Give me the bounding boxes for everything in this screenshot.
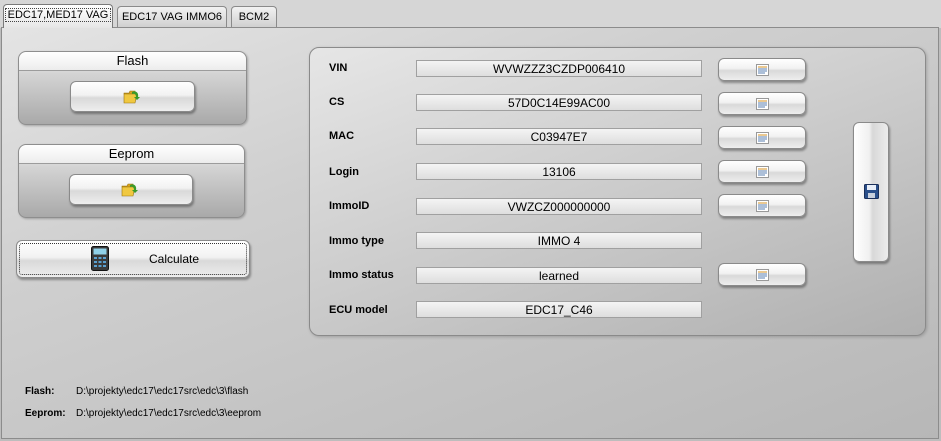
vin-label: VIN (329, 62, 348, 74)
calculate-button[interactable]: Calculate (16, 240, 250, 278)
tab-edc17-vag-immo6[interactable]: EDC17 VAG IMMO6 (117, 6, 227, 27)
ecu-data-panel (309, 47, 926, 336)
copy-login-button[interactable] (718, 160, 806, 183)
tab-label: BCM2 (238, 11, 270, 23)
copy-text-icon (756, 98, 769, 110)
copy-mac-button[interactable] (718, 126, 806, 149)
flash-open-button[interactable] (70, 81, 195, 112)
eeprom-group-title: Eeprom (19, 145, 244, 164)
tab-bar: EDC17,MED17 VAG EDC17 VAG IMMO6 BCM2 (0, 0, 941, 28)
eeprom-open-button[interactable] (69, 174, 193, 205)
immo-status-field[interactable]: learned (416, 267, 702, 284)
calculator-icon (91, 246, 109, 271)
copy-text-icon (756, 269, 769, 281)
immo-type-label: Immo type (329, 235, 385, 247)
ecu-model-label: ECU model (329, 304, 388, 316)
copy-cs-button[interactable] (718, 92, 806, 115)
tab-edc17-med17-vag[interactable]: EDC17,MED17 VAG (3, 4, 113, 28)
flash-path-value: D:\projekty\edc17\edc17src\edc\3\flash (76, 386, 249, 397)
cs-label: CS (329, 96, 345, 108)
mac-field[interactable]: C03947E7 (416, 128, 702, 145)
copy-immo-status-button[interactable] (718, 263, 806, 286)
folder-open-icon (121, 183, 138, 197)
cs-field[interactable]: 57D0C14E99AC00 (416, 94, 702, 111)
immo-type-field[interactable]: IMMO 4 (416, 232, 702, 249)
floppy-disk-icon (864, 184, 879, 199)
eeprom-path-label: Eeprom: (25, 408, 66, 419)
save-button[interactable] (853, 122, 889, 262)
copy-text-icon (756, 132, 769, 144)
immoid-label: ImmoID (329, 200, 370, 212)
ecu-model-field[interactable]: EDC17_C46 (416, 301, 702, 318)
folder-open-icon (123, 90, 140, 104)
copy-vin-button[interactable] (718, 58, 806, 81)
copy-immoid-button[interactable] (718, 194, 806, 217)
login-field[interactable]: 13106 (416, 163, 702, 180)
copy-text-icon (756, 64, 769, 76)
tab-label: EDC17,MED17 VAG (4, 8, 112, 22)
login-label: Login (329, 166, 359, 178)
immoid-field[interactable]: VWZCZ000000000 (416, 198, 702, 215)
flash-path-label: Flash: (25, 386, 55, 397)
immo-status-label: Immo status (329, 269, 394, 281)
tab-label: EDC17 VAG IMMO6 (121, 11, 223, 23)
eeprom-group: Eeprom (18, 144, 245, 218)
mac-label: MAC (329, 130, 355, 142)
flash-group: Flash (18, 51, 247, 125)
tab-bcm2[interactable]: BCM2 (231, 6, 277, 27)
calculate-label: Calculate (149, 252, 200, 266)
flash-group-title: Flash (19, 52, 246, 71)
vin-field[interactable]: WVWZZZ3CZDP006410 (416, 60, 702, 77)
copy-text-icon (756, 166, 769, 178)
copy-text-icon (756, 200, 769, 212)
eeprom-path-value: D:\projekty\edc17\edc17src\edc\3\eeprom (76, 408, 262, 419)
